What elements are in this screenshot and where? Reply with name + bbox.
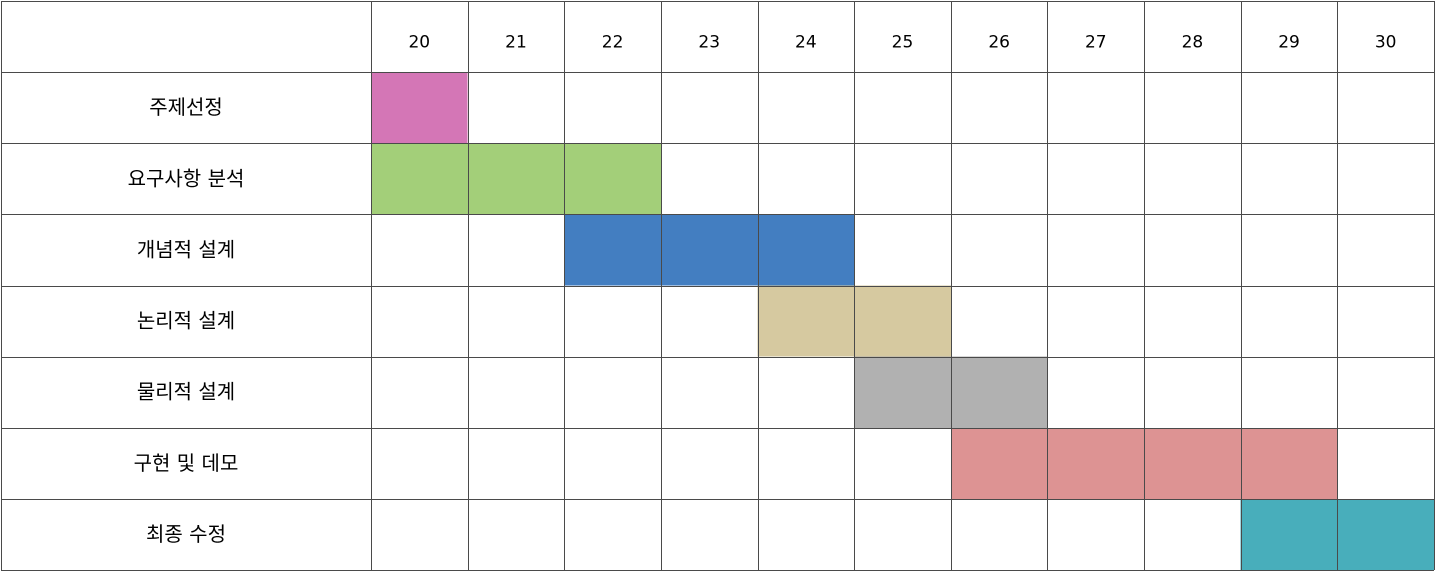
- day-label: 25: [892, 32, 914, 52]
- task-cell: [950, 427, 1048, 499]
- task-cell: [660, 214, 758, 286]
- task-cell: [854, 356, 951, 428]
- task-cell: [1144, 427, 1241, 499]
- task-cell: [1240, 498, 1338, 570]
- task-label: 물리적 설계: [137, 380, 235, 404]
- day-label: 21: [505, 32, 527, 52]
- task-label: 주제선정: [149, 95, 223, 119]
- task-cell: [564, 143, 661, 215]
- day-label: 20: [408, 32, 430, 52]
- task-cell: [467, 143, 565, 215]
- day-label: 27: [1085, 32, 1107, 52]
- task-cell: [854, 285, 951, 357]
- day-label: 28: [1182, 32, 1204, 52]
- task-cell: [1047, 427, 1145, 499]
- day-label: 26: [988, 32, 1010, 52]
- task-cell: [1240, 427, 1338, 499]
- task-cell: [564, 214, 661, 286]
- task-cell: [371, 72, 468, 144]
- task-cell: [950, 356, 1048, 428]
- day-label: 30: [1375, 32, 1397, 52]
- day-label: 29: [1278, 32, 1300, 52]
- day-label: 23: [698, 32, 720, 52]
- day-label: 24: [795, 32, 817, 52]
- task-cell: [371, 143, 468, 215]
- task-label: 개념적 설계: [137, 237, 235, 261]
- day-label: 22: [602, 32, 624, 52]
- task-cell: [757, 214, 855, 286]
- task-label: 요구사항 분석: [128, 166, 245, 190]
- task-cell: [757, 285, 855, 357]
- task-cell: [1337, 498, 1434, 570]
- task-label: 구현 및 데모: [134, 451, 239, 475]
- task-label: 최종 수정: [146, 522, 226, 546]
- gantt-chart: 20 21 22 23 24 25 26 27 28 29 30 주제선정요구사항 분석개념적 설계…: [0, 0, 1435, 571]
- task-label: 논리적 설계: [137, 309, 235, 333]
